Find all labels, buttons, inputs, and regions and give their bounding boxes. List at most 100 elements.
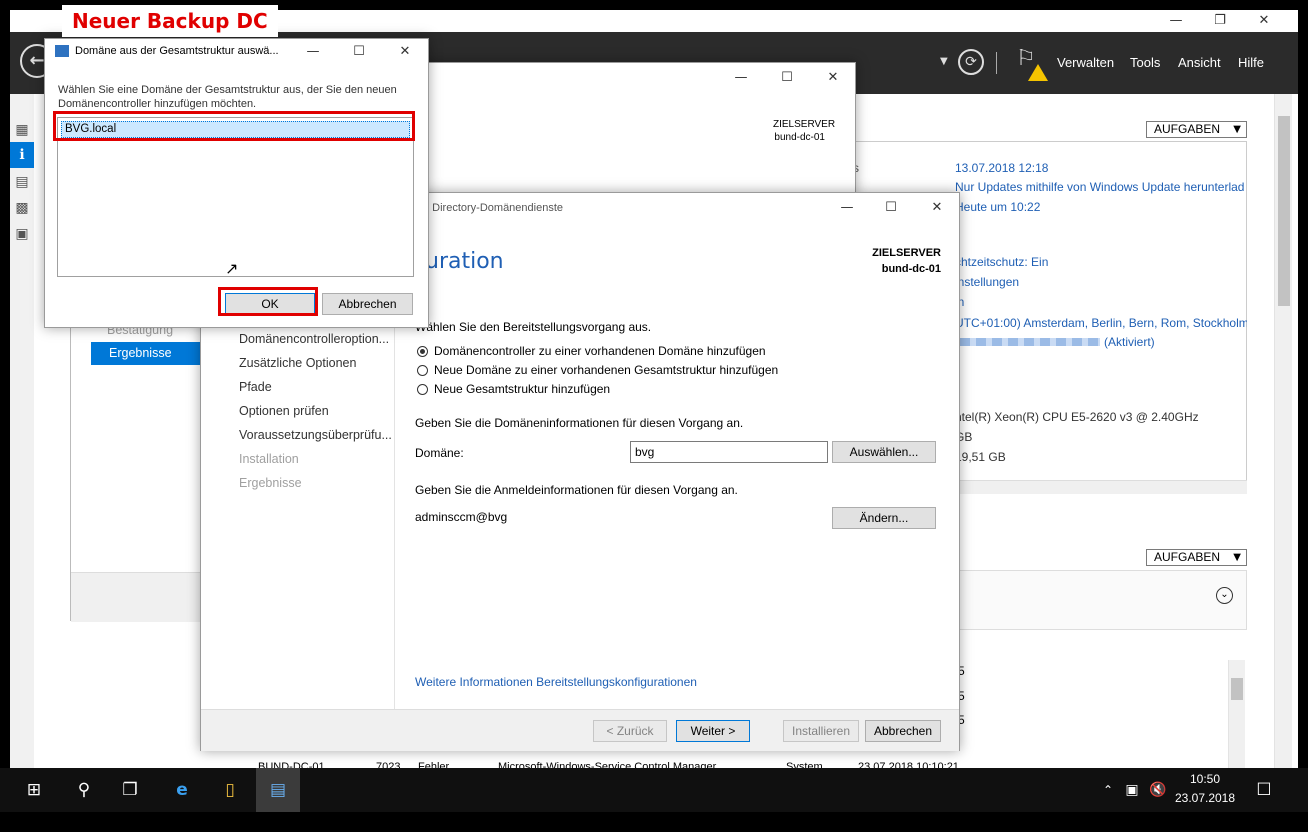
server-manager-taskbar-icon[interactable]: ▤ (256, 768, 300, 812)
radio-new-forest[interactable] (417, 384, 428, 395)
main-scrollbar[interactable] (1274, 94, 1292, 768)
property-value[interactable]: (Aktiviert) (1104, 335, 1155, 349)
tasks-label: AUFGABEN (1154, 122, 1221, 136)
close-icon[interactable]: ✕ (815, 67, 851, 89)
search-icon[interactable]: ⚲ (62, 768, 106, 812)
property-value[interactable]: UTC+01:00) Amsterdam, Berlin, Bern, Rom,… (955, 316, 1247, 330)
radio-new-domain[interactable] (417, 365, 428, 376)
deploy-prompt: Wählen Sie den Bereitstellungsvorgang au… (415, 320, 652, 334)
cred-prompt: Geben Sie die Anmeldeinformationen für d… (415, 483, 738, 497)
domain-select-dialog: Domäne aus der Gesamtstruktur auswä... —… (44, 38, 429, 328)
next-button[interactable]: Weiter > (676, 720, 750, 742)
back-button[interactable]: < Zurück (593, 720, 667, 742)
minimize-icon[interactable]: — (1158, 10, 1194, 32)
property-value[interactable]: chtzeitschutz: Ein (955, 255, 1048, 269)
property-value: 19,51 GB (955, 450, 1006, 464)
server-manager-sidebar: ▦ ℹ ▤ ▩ ▣ (10, 94, 34, 768)
domain-list[interactable]: BVG.local (57, 117, 414, 277)
nav-dc-options[interactable]: Domänencontrolleroption... (239, 332, 389, 346)
network-icon[interactable]: ▣ (1120, 768, 1144, 812)
nav-review-options[interactable]: Optionen prüfen (239, 404, 329, 418)
cred-user: adminsccm@bvg (415, 510, 508, 524)
tasks-dropdown-1[interactable]: AUFGABEN ▼ (1146, 121, 1247, 138)
target-server: bund-dc-01 (881, 263, 941, 275)
target-window: — ☐ ✕ ZIELSERVER bund-dc-01 (400, 62, 856, 197)
wizard-title: e Directory-Domänendienste (423, 202, 564, 214)
property-value[interactable]: instellungen (955, 275, 1019, 289)
events-scrollbar[interactable] (1228, 660, 1245, 768)
info-icon: ℹ (19, 147, 25, 163)
radio-add-dc[interactable] (417, 346, 428, 357)
mouse-cursor-icon: ↗ (225, 259, 239, 278)
maximize-icon[interactable]: ☐ (873, 197, 909, 219)
dashboard-icon[interactable]: ▦ (14, 122, 30, 138)
chevron-up-icon[interactable]: ⌃ (1098, 768, 1118, 812)
nav-additional-options[interactable]: Zusätzliche Optionen (239, 356, 356, 370)
nav-installation: Installation (239, 452, 299, 466)
property-value[interactable]: 13.07.2018 12:18 (955, 161, 1048, 175)
file-services-icon[interactable]: ▩ (14, 200, 30, 216)
domain-prompt: Geben Sie die Domäneninformationen für d… (415, 416, 744, 430)
nav-ergebnisse-active[interactable]: Ergebnisse (91, 342, 201, 365)
dialog-title: Domäne aus der Gesamtstruktur auswä... (75, 45, 279, 57)
nav-prerequisites[interactable]: Voraussetzungsüberprüfu... (239, 428, 392, 442)
menu-tools[interactable]: Tools (1130, 55, 1160, 70)
roles-icon[interactable]: ▣ (14, 226, 30, 242)
radio-add-dc-label[interactable]: Domänencontroller zu einer vorhandenen D… (434, 344, 766, 358)
install-button[interactable]: Installieren (783, 720, 859, 742)
close-icon[interactable]: ✕ (919, 197, 955, 219)
speaker-muted-icon[interactable]: 🔇 (1146, 768, 1170, 812)
nav-paths[interactable]: Pfade (239, 380, 272, 394)
wizard-page-title: uration (425, 249, 504, 274)
domain-input[interactable]: bvg (630, 441, 828, 463)
domain-label: Domäne: (415, 446, 464, 460)
taskbar: ⊞ ⚲ ❐ e ▯ ▤ ⌃ ▣ 🔇 10:50 23.07.2018 ☐ (0, 768, 1308, 812)
task-view-icon[interactable]: ❐ (108, 768, 152, 812)
wizard-left-panel: Bestätigung Ergebnisse (70, 295, 211, 622)
internet-explorer-icon[interactable]: e (160, 768, 204, 812)
change-credentials-button[interactable]: Ändern... (832, 507, 936, 529)
restore-icon[interactable]: ❐ (1202, 10, 1238, 32)
radio-new-forest-label[interactable]: Neue Gesamtstruktur hinzufügen (434, 382, 610, 396)
scroll-thumb[interactable] (1231, 678, 1243, 700)
maximize-icon[interactable]: ☐ (341, 41, 377, 63)
header-divider (996, 52, 997, 74)
minimize-icon[interactable]: — (723, 67, 759, 89)
annotation-box-domain-item (53, 111, 415, 141)
wizard-left-footer (71, 572, 211, 622)
all-servers-icon[interactable]: ▤ (14, 174, 30, 190)
dialog-cancel-button[interactable]: Abbrechen (322, 293, 413, 315)
property-value[interactable]: Nur Updates mithilfe von Windows Update … (955, 180, 1247, 194)
menu-hilfe[interactable]: Hilfe (1238, 55, 1264, 70)
menu-verwalten[interactable]: Verwalten (1057, 55, 1114, 70)
close-icon[interactable]: ✕ (387, 41, 423, 63)
minimize-icon[interactable]: — (829, 197, 865, 219)
chevron-down-icon: ▼ (1233, 124, 1241, 135)
tasks-dropdown-2[interactable]: AUFGABEN ▼ (1146, 549, 1247, 566)
action-center-icon[interactable]: ☐ (1242, 768, 1286, 812)
expand-icon[interactable]: ⌄ (1216, 587, 1233, 604)
scroll-thumb[interactable] (1278, 116, 1290, 306)
refresh-icon[interactable]: ⟳ (958, 49, 984, 75)
property-value[interactable]: Heute um 10:22 (955, 200, 1040, 214)
cancel-button[interactable]: Abbrechen (865, 720, 941, 742)
select-domain-button[interactable]: Auswählen... (832, 441, 936, 463)
sidebar-item-local-server[interactable]: ℹ (10, 142, 34, 168)
redacted-product-key (960, 338, 1100, 346)
radio-new-domain-label[interactable]: Neue Domäne zu einer vorhandenen Gesamts… (434, 363, 778, 377)
chevron-down-icon: ▼ (1233, 552, 1241, 563)
domain-dialog-icon (55, 45, 69, 57)
more-info-link[interactable]: Weitere Informationen Bereitstellungskon… (415, 675, 697, 689)
clock-date[interactable]: 23.07.2018 (1170, 791, 1240, 805)
nav-divider (394, 313, 395, 709)
minimize-icon[interactable]: — (295, 41, 331, 63)
close-icon[interactable]: ✕ (1246, 10, 1282, 32)
dropdown-arrow-icon[interactable]: ▼ (940, 56, 948, 67)
menu-ansicht[interactable]: Ansicht (1178, 55, 1221, 70)
annotation-label: Neuer Backup DC (62, 5, 278, 37)
target-server: bund-dc-01 (774, 132, 825, 143)
maximize-icon[interactable]: ☐ (769, 67, 805, 89)
windows-start-icon[interactable]: ⊞ (12, 768, 56, 812)
clock-time[interactable]: 10:50 (1170, 772, 1240, 786)
file-explorer-icon[interactable]: ▯ (208, 768, 252, 812)
